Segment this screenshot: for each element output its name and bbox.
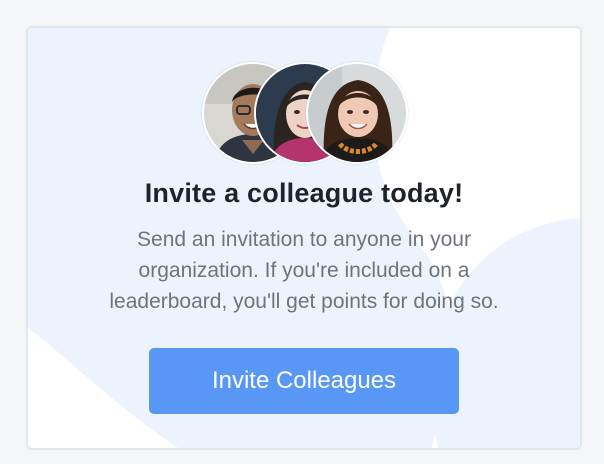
avatar [306, 62, 408, 164]
invite-title: Invite a colleague today! [144, 178, 464, 208]
invite-colleague-card: Invite a colleague today! Send an invita… [26, 26, 582, 450]
avatar-group [202, 62, 408, 164]
invite-description: Send an invitation to anyone in your org… [109, 228, 499, 313]
invite-colleagues-button[interactable]: Invite Colleagues [149, 348, 459, 414]
